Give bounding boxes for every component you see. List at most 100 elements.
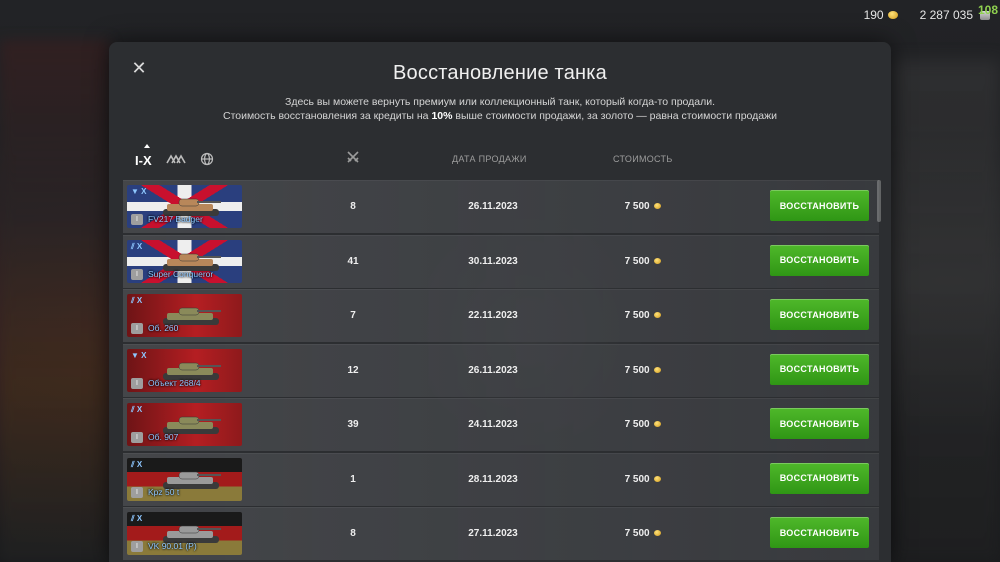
background-left-panel bbox=[0, 40, 110, 562]
sale-date: 30.11.2023 bbox=[468, 255, 518, 267]
battles-count: 12 bbox=[347, 364, 359, 376]
battles-count: 41 bbox=[347, 255, 359, 267]
tank-card[interactable]: ⫽ X I Об. 260 bbox=[127, 294, 242, 337]
tank-tier: X bbox=[136, 514, 143, 523]
cost-value: 7 500 bbox=[624, 419, 650, 430]
sale-date: 22.11.2023 bbox=[468, 310, 518, 321]
restore-cost: 7 500 bbox=[613, 181, 673, 233]
tank-card[interactable]: ⫽ X I VK 90.01 (P) bbox=[127, 512, 242, 555]
tank-type-tier: ⫽ X bbox=[131, 296, 142, 306]
tank-type-icon: ▼ bbox=[131, 350, 139, 360]
gold-icon bbox=[654, 530, 662, 536]
tank-type-tier: ▼ X bbox=[131, 187, 147, 196]
restore-cost: 7 500 bbox=[613, 290, 673, 342]
tier-filter[interactable]: I-X bbox=[135, 143, 152, 168]
tank-type-icon: ⫽ bbox=[131, 296, 135, 305]
tank-tier: X bbox=[136, 459, 143, 469]
cost-value: 7 500 bbox=[624, 528, 650, 539]
vehicle-type-icon[interactable] bbox=[165, 153, 186, 168]
restore-button[interactable]: ВОССТАНОВИТЬ bbox=[770, 299, 869, 330]
tank-card[interactable]: ⫽ X I Super Conqueror bbox=[127, 239, 242, 283]
sale-date: 27.11.2023 bbox=[468, 528, 518, 539]
filter-bar: I-X bbox=[135, 143, 214, 170]
table-row: ⫽ X I Super Conqueror 41 30.11.2023 7 50… bbox=[123, 234, 879, 288]
restore-button[interactable]: ВОССТАНОВИТЬ bbox=[770, 408, 869, 439]
table-row: ▼ X I Объект 268/4 12 26.11.2023 7 500 В… bbox=[123, 343, 879, 397]
tank-name: Kpz 50 t bbox=[148, 486, 180, 497]
cost-value: 7 500 bbox=[624, 201, 650, 212]
restore-tank-dialog: ✕ Восстановление танка Здесь вы можете в… bbox=[109, 42, 891, 562]
tank-name: Объект 268/4 bbox=[148, 377, 201, 388]
tank-name: Об. 260 bbox=[148, 323, 179, 333]
tank-name: FV217 Badger bbox=[148, 214, 203, 224]
restore-cost: 7 500 bbox=[613, 508, 673, 560]
subtitle-line-1: Здесь вы можете вернуть премиум или колл… bbox=[284, 96, 716, 108]
subtitle-text: Стоимость восстановления за кредиты на bbox=[222, 110, 432, 122]
gold-icon bbox=[654, 203, 662, 209]
table-row: ▼ X I FV217 Badger 8 26.11.2023 7 500 ВО… bbox=[123, 180, 879, 233]
restore-button[interactable]: ВОССТАНОВИТЬ bbox=[770, 190, 869, 221]
gold-icon bbox=[654, 257, 662, 264]
credits-amount: 2 287 035 bbox=[919, 8, 973, 22]
tank-tier: X bbox=[136, 296, 143, 305]
cost-value: 7 500 bbox=[624, 364, 650, 376]
cost-value: 7 500 bbox=[624, 255, 650, 267]
sale-date-column-header[interactable]: ДАТА ПРОДАЖИ bbox=[452, 154, 527, 164]
tank-type-tier: ⫽ X bbox=[131, 460, 142, 470]
mastery-badge-icon: I bbox=[131, 541, 143, 552]
restore-cost: 7 500 bbox=[613, 399, 673, 451]
cost-column-header[interactable]: СТОИМОСТЬ bbox=[613, 154, 673, 164]
tank-type-tier: ▼ X bbox=[131, 351, 147, 360]
tank-name: Super Conqueror bbox=[148, 268, 214, 279]
subtitle-percent: 10% bbox=[431, 110, 453, 122]
restore-button[interactable]: ВОССТАНОВИТЬ bbox=[770, 517, 869, 548]
battles-count: 8 bbox=[350, 528, 356, 539]
background-right-panel bbox=[890, 60, 1000, 562]
currency-bar: 190 2 287 035 bbox=[864, 8, 990, 22]
gold-icon bbox=[887, 11, 898, 19]
table-row: ⫽ X I VK 90.01 (P) 8 27.11.2023 7 500 ВО… bbox=[123, 507, 879, 560]
mastery-badge-icon: I bbox=[131, 486, 143, 498]
table-row: ⫽ X I Об. 260 7 22.11.2023 7 500 ВОССТАН… bbox=[123, 289, 879, 342]
cost-value: 7 500 bbox=[624, 473, 650, 485]
mastery-badge-icon: I bbox=[131, 323, 143, 334]
sale-date: 26.11.2023 bbox=[468, 364, 518, 376]
tank-type-tier: ⫽ X bbox=[131, 242, 142, 252]
tank-name: VK 90.01 (P) bbox=[148, 541, 197, 551]
tank-type-icon: ⫽ bbox=[131, 241, 135, 251]
table-row: ⫽ X I Об. 907 39 24.11.2023 7 500 ВОССТА… bbox=[123, 398, 879, 451]
tank-card[interactable]: ▼ X I Объект 268/4 bbox=[127, 348, 242, 392]
globe-icon[interactable] bbox=[200, 152, 214, 169]
scrollbar[interactable] bbox=[877, 180, 881, 222]
sale-date: 28.11.2023 bbox=[468, 473, 518, 485]
tank-tier: X bbox=[136, 241, 143, 251]
sale-date: 24.11.2023 bbox=[468, 419, 518, 430]
mastery-badge-icon: I bbox=[131, 432, 143, 443]
tank-type-icon: ▼ bbox=[131, 187, 139, 196]
restore-button[interactable]: ВОССТАНОВИТЬ bbox=[770, 462, 869, 494]
battles-count: 7 bbox=[350, 310, 356, 321]
tank-type-tier: ⫽ X bbox=[131, 405, 142, 415]
sale-date: 26.11.2023 bbox=[468, 201, 518, 212]
tank-card[interactable]: ▼ X I FV217 Badger bbox=[127, 185, 242, 228]
gold-icon bbox=[654, 312, 662, 318]
tank-card[interactable]: ⫽ X I Kpz 50 t bbox=[127, 457, 242, 501]
battles-count: 1 bbox=[350, 473, 356, 485]
battles-count: 39 bbox=[347, 419, 359, 430]
account-level: 108 bbox=[977, 3, 998, 17]
tank-card[interactable]: ⫽ X I Об. 907 bbox=[127, 403, 242, 446]
tank-type-tier: ⫽ X bbox=[131, 514, 142, 524]
tank-tier: X bbox=[141, 187, 147, 196]
mastery-badge-icon: I bbox=[131, 377, 143, 389]
tank-type-icon: ⫽ bbox=[131, 405, 135, 414]
tank-tier: X bbox=[136, 405, 143, 414]
mastery-badge-icon: I bbox=[131, 268, 143, 280]
mastery-badge-icon: I bbox=[131, 214, 143, 225]
restore-button[interactable]: ВОССТАНОВИТЬ bbox=[770, 353, 869, 385]
table-row: ⫽ X I Kpz 50 t 1 28.11.2023 7 500 ВОССТА… bbox=[123, 452, 879, 506]
gold-icon bbox=[654, 421, 662, 427]
restore-button[interactable]: ВОССТАНОВИТЬ bbox=[770, 244, 869, 276]
tank-tier: X bbox=[141, 350, 147, 360]
battles-column-header[interactable] bbox=[346, 150, 360, 167]
restore-cost: 7 500 bbox=[613, 236, 673, 288]
